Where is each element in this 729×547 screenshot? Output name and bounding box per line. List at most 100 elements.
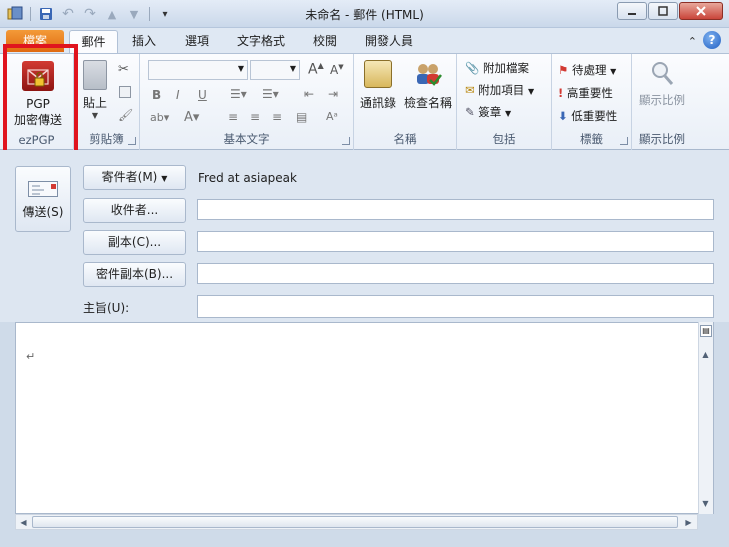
flag-icon: ⚑: [558, 63, 569, 77]
from-label: 寄件者(M): [101, 170, 158, 184]
compose-header: 傳送(S) 寄件者(M) ▼ Fred at asiapeak 收件者... 副…: [0, 150, 729, 322]
address-book-label: 通訊錄: [359, 96, 396, 110]
subject-label: 主旨(U):: [83, 301, 130, 315]
highlight-icon[interactable]: ab▾: [150, 111, 169, 124]
exclamation-icon: !: [558, 86, 564, 100]
send-mail-icon: [28, 181, 58, 197]
low-importance-button[interactable]: ⬇ 低重要性: [558, 108, 617, 126]
bold-icon[interactable]: B: [152, 88, 161, 102]
ribbon: PGP 加密傳送 ezPGP 貼上 ▼ ✂ 🖌 剪貼簿 ▼ ▼ A▲ A▼ B …: [0, 53, 729, 150]
paste-dropdown-icon: ▼: [91, 111, 99, 120]
signature-button[interactable]: ✎ 簽章 ▼: [465, 104, 511, 122]
numbering-icon[interactable]: ☰▾: [262, 87, 279, 101]
attach-item-button[interactable]: ✉ 附加項目 ▼: [465, 82, 534, 100]
scroll-up-arrow[interactable]: ▲: [699, 348, 712, 361]
check-names-icon: [413, 60, 443, 88]
close-button[interactable]: [679, 2, 723, 20]
justify-icon[interactable]: ▤: [296, 110, 307, 124]
paragraph-mark: ↵: [26, 350, 36, 363]
from-value: Fred at asiapeak: [198, 171, 297, 185]
format-painter-icon[interactable]: 🖌: [118, 108, 133, 122]
check-names-button[interactable]: 檢查名稱: [402, 60, 454, 122]
bcc-field[interactable]: [197, 263, 714, 284]
font-size-select[interactable]: ▼: [250, 60, 300, 80]
group-label-names: 名稱: [393, 132, 417, 146]
group-label-basic-text: 基本文字: [223, 132, 270, 146]
decrease-indent-icon[interactable]: ⇤: [304, 87, 314, 101]
chevron-down-icon: ▼: [289, 64, 296, 73]
zoom-button[interactable]: 顯示比例: [636, 60, 688, 120]
to-button[interactable]: 收件者...: [83, 198, 186, 223]
cut-icon[interactable]: ✂: [118, 62, 129, 77]
group-basic-text: ▼ ▼ A▲ A▼ B I U ☰▾ ☰▾ ⇤ ⇥ ab▾ A▾ ≡ ≡ ≡ ▤…: [140, 54, 354, 150]
tab-insert[interactable]: 插入: [124, 30, 164, 54]
underline-icon[interactable]: U: [198, 88, 207, 102]
clear-format-icon[interactable]: Aᵃ: [326, 110, 338, 123]
basic-text-launcher-icon[interactable]: [342, 137, 350, 145]
title-bar: ↶ ↷ ▲ ▼ ▾ 未命名 - 郵件 (HTML): [0, 0, 729, 28]
horizontal-scroll-thumb[interactable]: [32, 516, 678, 528]
follow-up-button[interactable]: ⚑ 待處理 ▼: [558, 62, 616, 80]
ruler-toggle-icon[interactable]: ▤: [700, 325, 712, 337]
font-name-select[interactable]: ▼: [148, 60, 248, 80]
zoom-label: 顯示比例: [639, 93, 685, 107]
group-zoom: 顯示比例 顯示比例: [632, 54, 692, 150]
attach-item-label: 附加項目: [478, 83, 525, 97]
cc-field[interactable]: [197, 231, 714, 252]
scroll-right-arrow[interactable]: ▶: [682, 516, 695, 529]
high-importance-label: 高重要性: [566, 86, 613, 100]
chevron-down-icon: ▼: [504, 109, 512, 118]
scroll-down-arrow[interactable]: ▼: [699, 497, 712, 510]
align-right-icon[interactable]: ≡: [272, 110, 282, 124]
vertical-scrollbar[interactable]: ▤ ▲ ▼: [698, 322, 713, 514]
maximize-button[interactable]: [648, 2, 678, 20]
tab-developer[interactable]: 開發人員: [358, 30, 420, 54]
address-book-icon: [364, 60, 392, 88]
font-color-icon[interactable]: A▾: [184, 110, 199, 125]
tab-format-text[interactable]: 文字格式: [230, 30, 292, 54]
copy-icon[interactable]: [119, 86, 131, 98]
tab-review[interactable]: 校閱: [304, 30, 346, 54]
minimize-button[interactable]: [617, 2, 647, 20]
cc-button[interactable]: 副本(C)...: [83, 230, 186, 255]
window-bottom-frame: [0, 531, 729, 547]
chevron-down-icon: ▼: [527, 87, 535, 96]
clipboard-launcher-icon[interactable]: [128, 137, 136, 145]
message-body[interactable]: [15, 322, 714, 514]
high-importance-button[interactable]: ! 高重要性: [558, 85, 613, 103]
align-center-icon[interactable]: ≡: [250, 110, 260, 124]
bullets-icon[interactable]: ☰▾: [230, 87, 247, 101]
send-button[interactable]: 傳送(S): [15, 166, 71, 232]
follow-up-label: 待處理: [571, 63, 607, 77]
paste-button[interactable]: 貼上 ▼: [78, 58, 112, 128]
scroll-left-arrow[interactable]: ◀: [17, 516, 30, 529]
paste-label: 貼上: [82, 96, 107, 110]
italic-icon[interactable]: I: [176, 88, 180, 102]
bcc-button[interactable]: 密件副本(B)...: [83, 262, 186, 287]
subject-field[interactable]: [197, 295, 714, 318]
minimize-ribbon-icon[interactable]: ⌃: [688, 35, 697, 48]
to-field[interactable]: [197, 199, 714, 220]
signature-icon: ✎: [465, 105, 475, 119]
group-include: 📎 附加檔案 ✉ 附加項目 ▼ ✎ 簽章 ▼ 包括: [457, 54, 552, 150]
paperclip-icon: 📎: [465, 61, 480, 75]
signature-label: 簽章: [478, 105, 502, 119]
horizontal-scrollbar[interactable]: ◀ ▶: [15, 514, 698, 530]
window-controls: [617, 2, 723, 20]
highlight-box: [3, 44, 78, 162]
increase-indent-icon[interactable]: ⇥: [328, 87, 338, 101]
group-clipboard: 貼上 ▼ ✂ 🖌 剪貼簿: [74, 54, 140, 150]
align-left-icon[interactable]: ≡: [228, 110, 238, 124]
address-book-button[interactable]: 通訊錄: [358, 60, 398, 122]
help-icon[interactable]: ?: [703, 31, 721, 49]
low-importance-label: 低重要性: [571, 109, 618, 123]
chevron-down-icon: ▼: [610, 67, 617, 76]
shrink-font-icon[interactable]: A▼: [330, 63, 344, 77]
from-button[interactable]: 寄件者(M) ▼: [83, 165, 186, 190]
arrow-down-icon: ⬇: [558, 109, 568, 123]
send-label: 傳送(S): [22, 205, 64, 219]
tags-launcher-icon[interactable]: [620, 137, 628, 145]
tab-options[interactable]: 選項: [176, 30, 218, 54]
attach-file-button[interactable]: 📎 附加檔案: [465, 60, 529, 78]
grow-font-icon[interactable]: A▲: [308, 61, 324, 78]
